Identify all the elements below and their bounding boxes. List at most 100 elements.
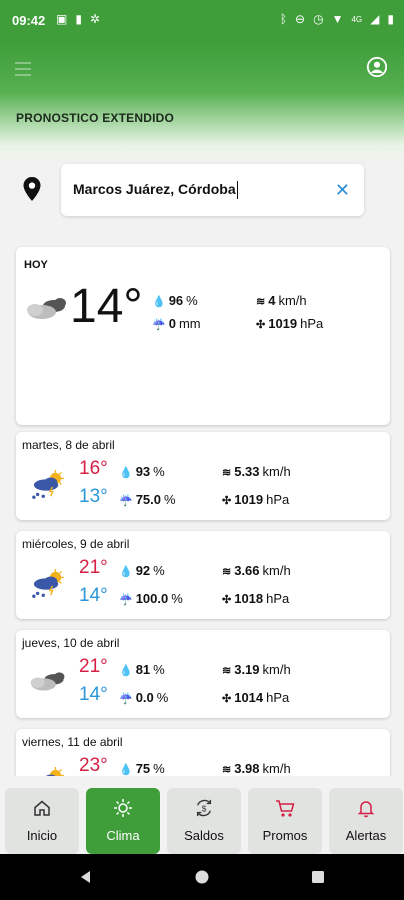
alarm-icon: ◷: [313, 12, 324, 26]
humidity-unit: %: [153, 662, 165, 677]
nav-label-alertas: Alertas: [345, 828, 387, 843]
wind-unit: km/h: [278, 293, 307, 308]
humidity-icon: 💧: [119, 566, 133, 578]
nav-item-alertas[interactable]: Alertas: [329, 788, 403, 854]
menu-button[interactable]: [15, 62, 31, 76]
rain-icon: ☔: [152, 319, 166, 331]
rain-icon: ☔: [119, 693, 133, 705]
nav-item-saldos[interactable]: $ Saldos: [167, 788, 241, 854]
pressure-icon: ✣: [222, 594, 232, 606]
pressure-icon: ✣: [222, 693, 232, 705]
wind-icon: ≋: [222, 566, 232, 578]
nav-item-promos[interactable]: Promos: [248, 788, 322, 854]
today-rain: 0: [168, 316, 176, 331]
day-humidity: 75: [135, 761, 151, 776]
wind-icon: ≋: [222, 665, 232, 677]
rain-icon: ☔: [119, 594, 133, 606]
day-min-temp: 14°: [79, 684, 108, 705]
humidity-icon: 💧: [119, 665, 133, 677]
day-wind: 3.66: [234, 563, 260, 578]
home-icon: [34, 800, 50, 816]
cloudy-icon: [30, 672, 65, 691]
nav-item-inicio[interactable]: Inicio: [5, 788, 79, 854]
home-button-icon[interactable]: [194, 869, 210, 885]
day-humidity: 81: [135, 662, 151, 677]
day-wind: 5.33: [234, 464, 260, 479]
status-bar: 09:42 ▣ ▮ ✲ ᛒ ⊖ ◷ ▼ 4G ◢ ▮: [0, 0, 404, 44]
profile-icon[interactable]: [366, 56, 388, 78]
system-icons: ᛒ ⊖ ◷ ▼ 4G ◢ ▮: [280, 12, 394, 26]
rain-unit: %: [171, 591, 183, 606]
day-forecast-card[interactable]: miércoles, 9 de abril 21° 14° 💧 92% ☔ 100.0% ≋ 3…: [16, 531, 390, 619]
battery-icon: ▮: [387, 12, 394, 26]
wind-icon: ≋: [256, 296, 266, 308]
humidity-icon: 💧: [152, 296, 166, 308]
nav-label-clima: Clima: [106, 828, 140, 843]
location-input-value[interactable]: Marcos Juárez, Córdoba: [73, 181, 236, 197]
text-caret: [236, 181, 238, 200]
status-time: 09:42: [12, 13, 46, 28]
wind-unit: km/h: [262, 761, 291, 776]
storm-sun-icon: [32, 569, 64, 598]
day-forecast-card[interactable]: jueves, 10 de abril 21° 14° 💧 81% ☔ 0.0% ≋ 3.19 k…: [16, 630, 390, 718]
system-navigation-bar: [0, 854, 404, 900]
today-humidity: 96: [168, 293, 184, 308]
rain-unit: %: [156, 690, 169, 705]
clear-icon[interactable]: ✕: [335, 180, 350, 201]
humidity-unit: %: [153, 464, 165, 479]
nav-item-clima[interactable]: Clima: [86, 788, 160, 854]
rain-unit: %: [164, 492, 176, 507]
location-search-field[interactable]: Marcos Juárez, Córdoba ✕: [61, 164, 364, 216]
pressure-icon: ✣: [256, 319, 266, 331]
day-date: viernes, 11 de abril: [22, 735, 123, 749]
wifi-icon: ▼: [331, 12, 344, 26]
day-weather-icon: [28, 668, 68, 699]
humidity-unit: %: [153, 761, 165, 776]
today-label: HOY: [24, 259, 48, 271]
humidity-unit: %: [186, 293, 198, 308]
nav-label-saldos: Saldos: [184, 828, 224, 843]
day-wind: 3.98: [234, 761, 260, 776]
pressure-unit: hPa: [266, 591, 290, 606]
storm-sun-icon: [32, 470, 64, 499]
pressure-unit: hPa: [266, 492, 290, 507]
day-weather-icon: [28, 569, 66, 604]
wind-icon: ≋: [222, 764, 232, 776]
day-forecast-card[interactable]: martes, 8 de abril 16° 13° 💧 93% ☔ 75.0% ≋ 5.33 k…: [16, 432, 390, 520]
humidity-icon: 💧: [119, 467, 133, 479]
day-pressure: 1018: [234, 591, 264, 606]
day-rain: 0.0: [135, 690, 154, 705]
battery-saver-icon: ▮: [75, 12, 82, 26]
humidity-icon: 💧: [119, 764, 133, 776]
day-date: jueves, 10 de abril: [22, 636, 120, 650]
settings-notification-icon: ✲: [89, 12, 101, 26]
day-pressure: 1019: [234, 492, 264, 507]
today-pressure: 1019: [268, 316, 298, 331]
wind-unit: km/h: [262, 563, 291, 578]
location-input: Marcos Juárez, Córdoba: [73, 181, 238, 200]
day-max-temp: 23°: [79, 755, 108, 776]
wind-unit: km/h: [262, 662, 291, 677]
day-min-temp: 14°: [79, 585, 108, 606]
day-date: martes, 8 de abril: [22, 438, 115, 452]
day-rain: 75.0: [135, 492, 162, 507]
day-date: miércoles, 9 de abril: [22, 537, 130, 551]
day-max-temp: 16°: [79, 458, 108, 479]
notification-icons: ▣ ▮ ✲: [56, 12, 100, 26]
day-max-temp: 21°: [79, 557, 108, 578]
page-title: PRONOSTICO EXTENDIDO: [16, 111, 175, 125]
today-card: HOY 14° 💧 96 % ☔ 0 mm ≋ 4 km/h ✣ 1019 hP…: [16, 247, 390, 425]
nav-label-promos: Promos: [262, 828, 308, 843]
day-humidity: 93: [135, 464, 151, 479]
refresh-dollar-icon: $: [196, 799, 212, 817]
recents-icon[interactable]: [311, 870, 325, 884]
dnd-icon: ⊖: [295, 12, 306, 26]
humidity-unit: %: [153, 563, 165, 578]
day-humidity: 92: [135, 563, 151, 578]
svg-text:$: $: [202, 805, 207, 814]
day-wind: 3.19: [234, 662, 260, 677]
back-icon[interactable]: [78, 869, 94, 885]
day-weather-icon: [28, 470, 66, 505]
network-type: 4G: [351, 14, 363, 24]
app-notification-icon: ▣: [56, 12, 68, 26]
